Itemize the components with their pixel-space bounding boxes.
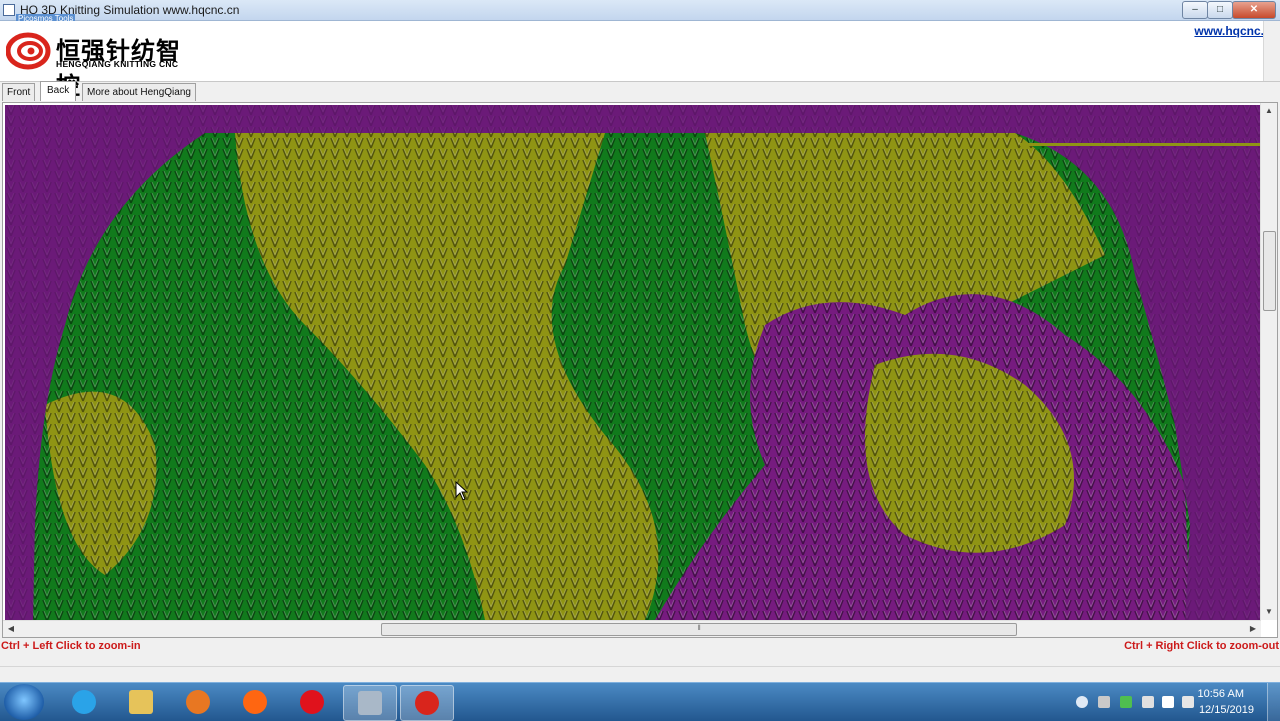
hengqiang-logo: 恒强针纺智控 HENGQIANG KNITTING CNC [6,29,196,100]
taskbar-item-internet-explorer[interactable] [58,685,110,719]
tab-front[interactable]: Front [2,83,36,101]
scroll-left-arrow-icon[interactable]: ◀ [3,621,19,637]
vertical-scroll-thumb[interactable] [1263,231,1276,311]
knitting-viewport: ▲ ▼ ◀ ⦀ ▶ [2,102,1278,638]
taskbar-item-hengqiang-app[interactable] [400,685,454,721]
swirl-logo-icon [6,32,51,70]
chat-icon[interactable] [1076,696,1088,708]
file-explorer-icon [129,690,153,714]
taskbar-item-firefox[interactable] [229,685,281,719]
scroll-down-arrow-icon[interactable]: ▼ [1261,604,1277,620]
logo-english-text: HENGQIANG KNITTING CNC [56,59,179,69]
zoom-out-hint: Ctrl + Right Click to zoom-out [1124,640,1279,652]
show-desktop-button[interactable] [1267,683,1280,721]
tab-more-about[interactable]: More about HengQiang [82,83,196,101]
clock-date[interactable]: 12/15/2019 [1199,704,1254,716]
windows-taskbar: 10:56 AM 12/15/2019 [0,682,1280,721]
internet-explorer-icon [72,690,96,714]
scroll-right-arrow-icon[interactable]: ▶ [1245,621,1261,637]
mouse-pointer-icon [455,481,469,501]
scroll-up-arrow-icon[interactable]: ▲ [1261,103,1277,119]
taskbar-item-file-explorer[interactable] [115,685,167,719]
monitor-icon[interactable] [1142,696,1154,708]
firefox-icon [243,690,267,714]
knit-simulation-canvas[interactable] [5,105,1261,620]
clock-time[interactable]: 10:56 AM [1198,688,1244,700]
video-tool-icon [358,691,382,715]
app-icon[interactable] [3,4,15,16]
zoom-in-hint: Ctrl + Left Click to zoom-in [1,640,141,652]
view-tabs: Front Back More about HengQiang [0,81,1280,102]
title-bar: HQ 3D Knitting Simulation www.hqcnc.cn P… [0,0,1280,23]
taskbar-item-opera[interactable] [286,685,338,719]
status-bar [0,666,1280,683]
opera-icon [300,690,324,714]
app-header: 恒强针纺智控 HENGQIANG KNITTING CNC www.hqcnc.… [0,21,1280,100]
taskbar-item-video-tool[interactable] [343,685,397,721]
volume-muted-icon[interactable] [1182,696,1194,708]
hengqiang-app-icon [415,691,439,715]
shield-icon[interactable] [1120,696,1132,708]
header-scrollbar[interactable] [1263,21,1280,81]
tab-back[interactable]: Back [40,81,77,101]
horizontal-scrollbar[interactable]: ◀ ⦀ ▶ [3,620,1261,637]
taskbar-item-media-player[interactable] [172,685,224,719]
minimize-button[interactable]: – [1182,1,1208,19]
maximize-button[interactable]: □ [1207,1,1233,19]
media-player-icon [186,690,210,714]
horizontal-scroll-thumb[interactable]: ⦀ [381,623,1017,636]
vertical-scrollbar[interactable]: ▲ ▼ [1260,103,1277,620]
system-tray: 10:56 AM 12/15/2019 [1062,683,1280,721]
settings-gear-icon[interactable] [1098,696,1110,708]
yarn-strand [1020,143,1261,146]
network-icon[interactable] [1162,696,1174,708]
close-button[interactable]: ✕ [1232,1,1276,19]
start-button[interactable] [4,684,44,720]
